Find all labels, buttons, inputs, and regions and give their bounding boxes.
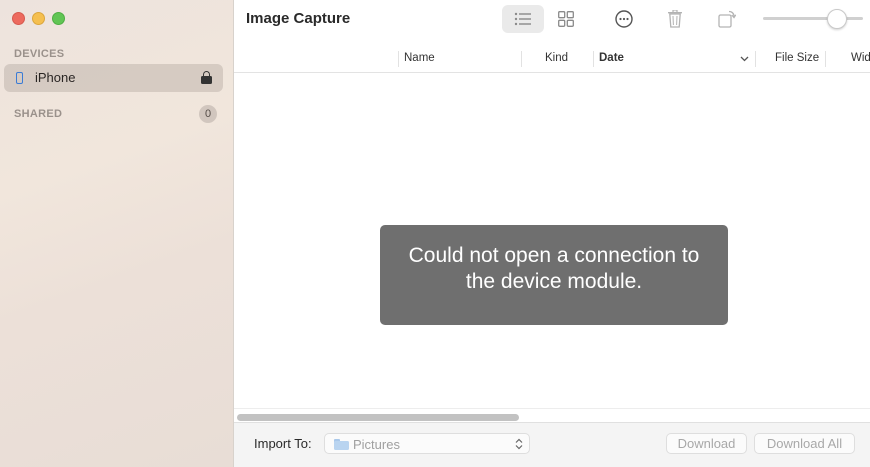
devices-section-title: DEVICES (14, 48, 65, 60)
zoom-slider-handle[interactable] (827, 9, 847, 29)
chevron-down-icon[interactable] (740, 56, 749, 62)
lock-icon (201, 71, 212, 84)
grid-view-button[interactable] (548, 5, 584, 33)
error-message: Could not open a connection to the devic… (408, 244, 700, 293)
window-title: Image Capture (246, 10, 351, 27)
chevron-up-down-icon (515, 438, 523, 450)
more-options-icon (615, 10, 633, 28)
zoom-slider[interactable] (763, 17, 863, 20)
folder-icon (334, 439, 349, 450)
column-kind[interactable]: Kind (545, 52, 568, 64)
grid-view-icon (558, 11, 574, 27)
download-all-button[interactable]: Download All (754, 433, 855, 454)
column-divider[interactable] (755, 51, 756, 67)
error-overlay: Could not open a connection to the devic… (380, 225, 728, 325)
main-area: Image Capture Name Kind Date File Size W… (234, 0, 870, 467)
column-divider[interactable] (593, 51, 594, 67)
sidebar: DEVICES iPhone SHARED 0 (0, 0, 234, 467)
column-date[interactable]: Date (599, 52, 624, 64)
close-window-button[interactable] (12, 12, 25, 25)
horizontal-scrollbar[interactable] (234, 408, 870, 422)
list-view-button[interactable] (502, 5, 544, 33)
sidebar-item-iphone[interactable]: iPhone (4, 64, 223, 92)
minimize-window-button[interactable] (32, 12, 45, 25)
bottom-bar: Import To: Pictures Download Download Al… (234, 422, 870, 467)
shared-section-title: SHARED (14, 108, 63, 120)
import-to-label: Import To: (254, 436, 312, 451)
import-destination-select[interactable]: Pictures (324, 433, 530, 454)
more-options-button[interactable] (610, 5, 638, 33)
list-view-icon (514, 12, 531, 26)
device-name: iPhone (35, 70, 76, 85)
column-divider[interactable] (825, 51, 826, 67)
column-name[interactable]: Name (404, 52, 435, 64)
trash-icon (668, 10, 682, 28)
rotate-button[interactable] (712, 5, 742, 33)
delete-button[interactable] (662, 5, 688, 33)
shared-count-badge: 0 (199, 105, 217, 123)
download-button[interactable]: Download (666, 433, 747, 454)
iphone-icon (16, 72, 23, 84)
column-header: Name Kind Date File Size Wid (234, 47, 870, 73)
column-width[interactable]: Wid (851, 52, 870, 64)
import-destination-value: Pictures (353, 437, 400, 452)
column-divider[interactable] (521, 51, 522, 67)
column-divider[interactable] (398, 51, 399, 67)
maximize-window-button[interactable] (52, 12, 65, 25)
column-file-size[interactable]: File Size (775, 52, 819, 64)
scrollbar-thumb[interactable] (237, 414, 519, 421)
rotate-icon (718, 10, 736, 28)
